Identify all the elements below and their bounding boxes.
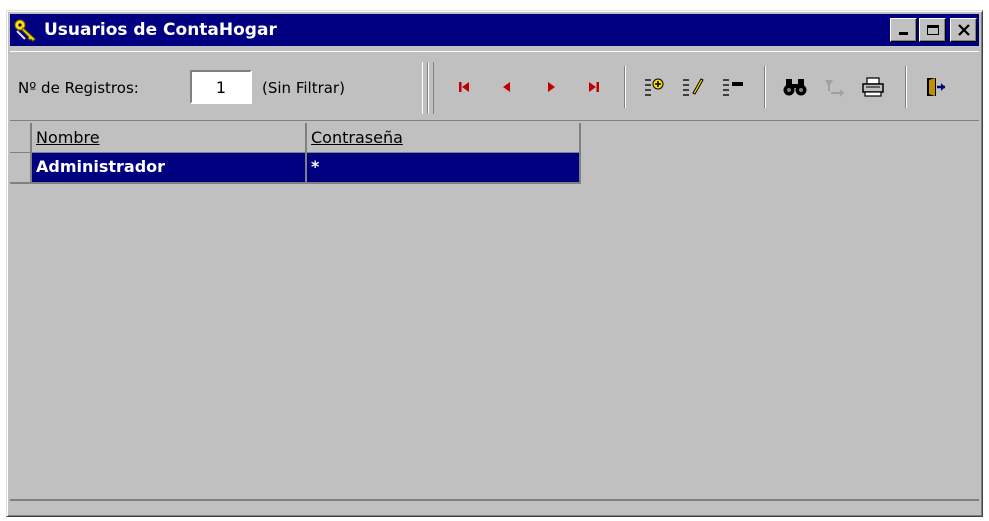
records-count-label: Nº de Registros: [18,79,139,97]
printer-icon [862,77,884,97]
delete-record-icon [723,79,743,96]
toolbar-grip-secondary[interactable] [428,62,434,114]
users-window: Usuarios de ContaHogar Nº de Registros: … [6,10,983,517]
keys-icon [12,17,40,43]
next-record-icon [548,82,555,92]
maximize-icon [926,25,939,35]
cell-text: * [311,157,320,176]
edit-record-icon [683,78,704,96]
minimize-button[interactable] [890,18,917,42]
previous-record-icon [503,82,510,92]
maximize-button[interactable] [919,18,946,42]
add-record-button[interactable] [638,70,672,104]
row-selector-header[interactable] [10,123,32,153]
minimize-icon [898,32,908,35]
close-button[interactable] [950,18,977,42]
toolbar-separator [624,66,626,108]
filter-button[interactable] [817,70,851,104]
column-header-label: Contraseña [311,128,403,147]
cell-text: Administrador [36,157,166,176]
window-bottom-border [10,499,979,513]
title-bar[interactable]: Usuarios de ContaHogar [10,14,979,46]
toolbar-separator [764,66,766,108]
column-header-nombre[interactable]: Nombre [32,123,307,153]
records-count-field[interactable] [190,70,252,104]
next-record-button[interactable] [534,70,568,104]
users-grid: Nombre Contraseña Administrador * [10,123,979,499]
toolbar: Nº de Registros: (Sin Filtrar) [10,51,979,121]
binoculars-icon [783,79,807,96]
exit-button[interactable] [918,70,952,104]
window-title: Usuarios de ContaHogar [44,20,277,40]
filter-status-label: (Sin Filtrar) [262,79,345,97]
edit-record-button[interactable] [676,70,710,104]
filter-icon [825,80,845,97]
row-selector[interactable] [10,153,32,184]
previous-record-button[interactable] [490,70,524,104]
add-record-icon [645,78,664,96]
delete-record-button[interactable] [716,70,750,104]
last-record-button[interactable] [577,70,611,104]
column-header-contrasena[interactable]: Contraseña [307,123,581,153]
table-cell-nombre[interactable]: Administrador [32,153,307,184]
first-record-button[interactable] [447,70,481,104]
last-record-icon [589,82,599,92]
toolbar-separator [905,66,907,108]
first-record-icon [459,82,469,92]
column-header-label: Nombre [36,128,100,147]
print-button[interactable] [856,70,890,104]
exit-door-icon [927,78,945,96]
search-button[interactable] [778,70,812,104]
close-icon [957,24,970,36]
table-cell-contrasena[interactable]: * [307,153,581,184]
